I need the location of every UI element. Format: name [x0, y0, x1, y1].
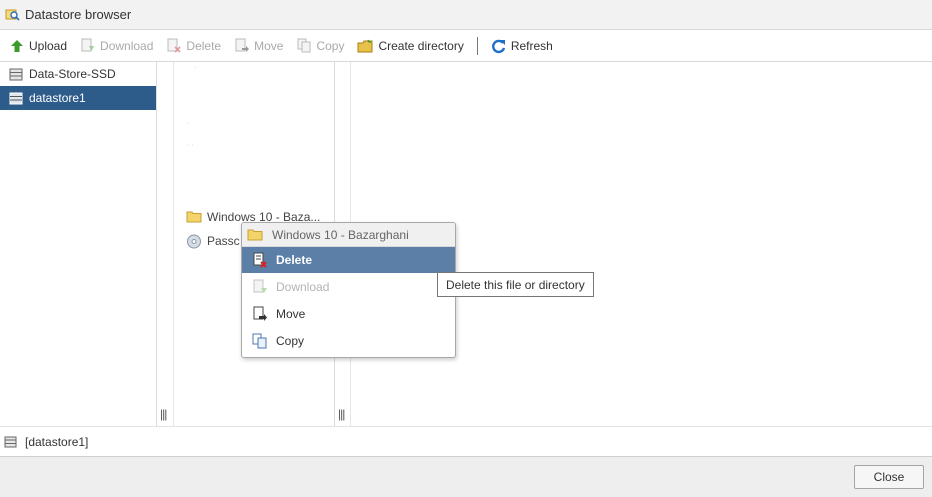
datastore-item-data-store-ssd[interactable]: Data-Store-SSD — [0, 62, 156, 86]
datastore-icon — [9, 68, 24, 81]
context-menu-item-copy[interactable]: Copy — [242, 327, 455, 354]
datastore-browser-icon — [5, 9, 20, 21]
delete-icon — [166, 38, 182, 54]
folder-icon — [247, 228, 263, 241]
splitter-handle[interactable]: ||| — [160, 407, 167, 421]
context-menu-title: Windows 10 - Bazarghani — [272, 227, 409, 242]
delete-button[interactable]: Delete — [166, 38, 221, 54]
disc-icon — [186, 234, 202, 249]
file-label: Passc — [207, 234, 240, 248]
copy-label: Copy — [316, 39, 345, 53]
folder-icon — [186, 210, 202, 224]
file-item-iso[interactable]: Passc — [186, 234, 240, 249]
datastore-icon — [4, 436, 18, 448]
faded-item: · — [187, 120, 190, 127]
context-menu-header: Windows 10 - Bazarghani — [242, 223, 455, 247]
current-path: [datastore1] — [25, 434, 89, 449]
delete-label: Delete — [186, 39, 222, 53]
refresh-icon — [491, 38, 507, 54]
context-menu-label: Delete — [276, 253, 313, 267]
move-button[interactable]: Move — [234, 38, 283, 54]
copy-icon — [252, 333, 268, 349]
context-menu-item-move[interactable]: Move — [242, 300, 455, 327]
splitter-handle[interactable]: ||| — [338, 407, 345, 421]
refresh-button[interactable]: Refresh — [491, 38, 553, 54]
download-button[interactable]: Download — [80, 38, 153, 54]
datastore-list: Data-Store-SSD datastore1 — [0, 62, 157, 426]
upload-arrow-icon — [9, 38, 25, 54]
move-icon — [252, 306, 268, 322]
context-menu-label: Copy — [276, 333, 305, 348]
download-icon — [252, 279, 268, 295]
tooltip: Delete this file or directory — [437, 272, 594, 297]
create-directory-label: Create directory — [378, 39, 464, 53]
create-directory-button[interactable]: Create directory — [357, 38, 464, 54]
context-menu-item-delete[interactable]: Delete — [242, 247, 455, 273]
datastore-label: Data-Store-SSD — [29, 67, 116, 81]
datastore-icon — [9, 92, 24, 105]
context-menu: Windows 10 - Bazarghani Delete Download … — [241, 222, 456, 358]
faded-item: · — [194, 64, 197, 71]
window-title: Datastore browser — [25, 7, 132, 22]
new-folder-icon — [357, 38, 374, 54]
datastore-label: datastore1 — [29, 91, 86, 105]
toolbar: Upload Download Delete Move Copy Create … — [0, 31, 932, 62]
download-icon — [80, 38, 96, 54]
context-menu-label: Move — [276, 306, 306, 321]
copy-icon — [296, 38, 312, 54]
faded-item: · · — [187, 142, 194, 149]
upload-label: Upload — [29, 39, 68, 53]
upload-button[interactable]: Upload — [9, 38, 67, 54]
close-button[interactable]: Close — [854, 465, 924, 489]
copy-button[interactable]: Copy — [296, 38, 344, 54]
refresh-label: Refresh — [510, 39, 553, 53]
context-menu-label: Download — [276, 279, 330, 294]
title-bar: Datastore browser — [0, 0, 932, 30]
dialog-footer: Close — [0, 456, 932, 497]
delete-icon — [252, 252, 268, 268]
toolbar-separator — [476, 37, 478, 55]
move-label: Move — [254, 39, 284, 53]
datastore-item-datastore1[interactable]: datastore1 — [0, 86, 156, 110]
status-bar: [datastore1] — [0, 426, 932, 456]
move-icon — [234, 38, 250, 54]
download-label: Download — [100, 39, 154, 53]
pane-splitter-area: ||| — [157, 62, 174, 426]
context-menu-item-download[interactable]: Download — [242, 273, 455, 300]
